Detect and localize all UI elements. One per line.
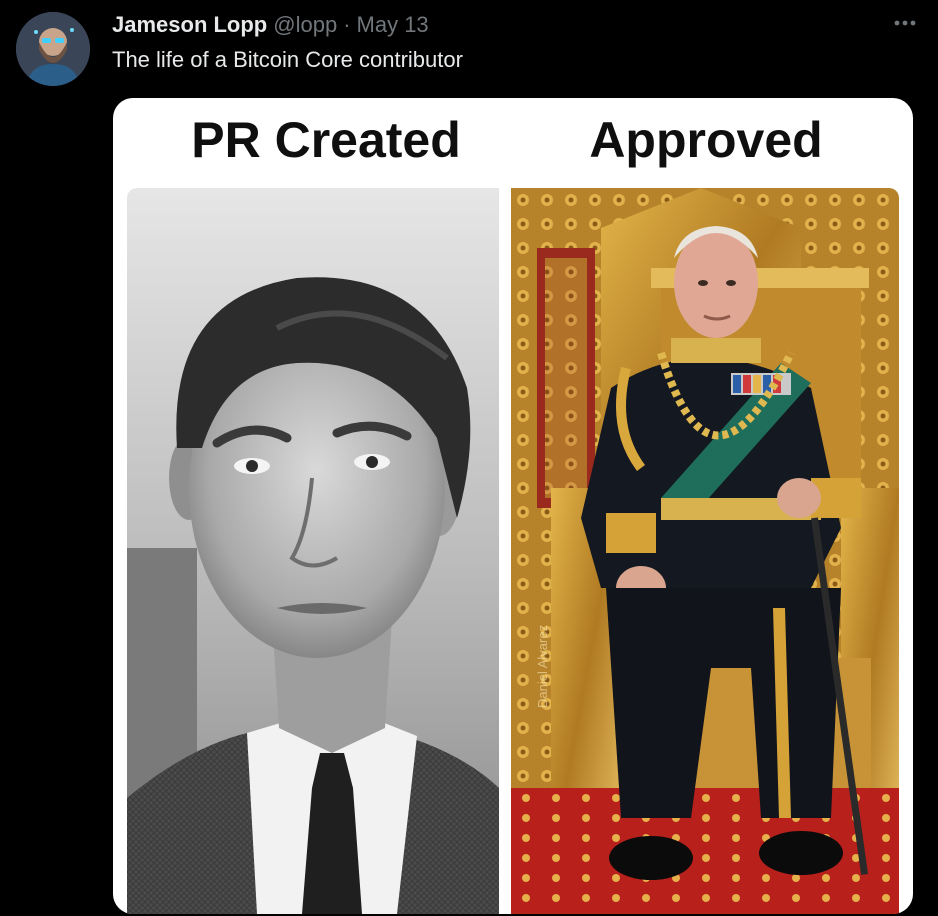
author-name[interactable]: Jameson Lopp bbox=[112, 12, 267, 38]
separator-dot: · bbox=[343, 12, 351, 37]
tweet[interactable]: Jameson Lopp @lopp · May 13 The life of … bbox=[0, 0, 938, 916]
tweet-media-image[interactable]: PR Created Approved Daniel Alvarez bbox=[113, 98, 913, 914]
tweet-date[interactable]: May 13 bbox=[357, 12, 429, 38]
meme-caption-left: PR Created bbox=[191, 112, 461, 168]
avatar[interactable] bbox=[16, 12, 90, 86]
more-options-button[interactable] bbox=[890, 8, 920, 38]
tweet-text: The life of a Bitcoin Core contributor bbox=[112, 47, 463, 72]
author-handle[interactable]: @lopp bbox=[273, 12, 337, 38]
tweet-header: Jameson Lopp @lopp · May 13 bbox=[112, 12, 429, 42]
photo-young-man-portrait bbox=[127, 188, 499, 914]
photo-king-on-throne: Daniel Alvarez bbox=[511, 188, 899, 914]
watermark-text: Daniel Alvarez bbox=[535, 625, 550, 708]
ellipsis-icon bbox=[894, 20, 916, 26]
meme-caption-right: Approved bbox=[589, 112, 823, 168]
